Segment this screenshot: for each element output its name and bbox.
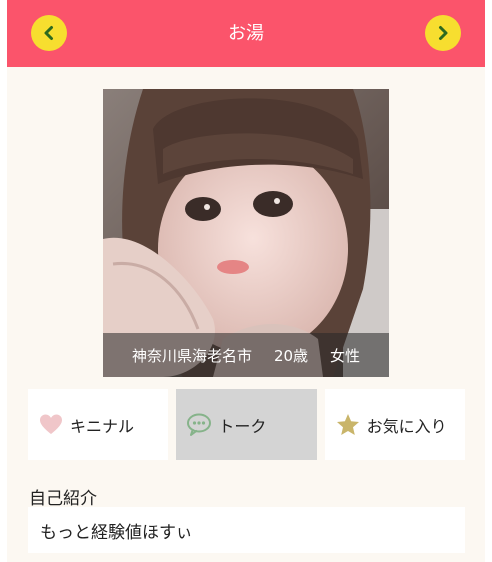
- favorite-button[interactable]: お気に入り: [324, 389, 465, 460]
- kininaru-button[interactable]: キニナル: [28, 389, 169, 460]
- chat-bubble-icon: [186, 412, 212, 438]
- intro-heading: 自己紹介: [29, 489, 97, 509]
- star-icon: [335, 412, 361, 438]
- profile-location: 神奈川県海老名市: [131, 346, 252, 365]
- next-profile-button[interactable]: [425, 15, 461, 51]
- heart-icon: [38, 412, 64, 438]
- profile-caption: 神奈川県海老名市 20歳 女性: [103, 333, 389, 377]
- talk-label: トーク: [218, 416, 267, 436]
- page-title: お湯: [228, 23, 264, 44]
- profile-age: 20歳: [273, 346, 309, 365]
- intro-text-box: もっと経験値ほすぃ: [28, 507, 465, 553]
- profile-gender: 女性: [330, 346, 361, 365]
- talk-button[interactable]: トーク: [176, 389, 317, 460]
- app-screen: お湯 神奈川県海老名市 20歳 女性 キニナル トーク お気に入り 自己紹介 も…: [7, 0, 485, 562]
- action-bar: キニナル トーク お気に入り: [28, 389, 465, 460]
- header-bar: お湯: [7, 0, 485, 67]
- kininaru-label: キニナル: [70, 416, 135, 436]
- intro-text: もっと経験値ほすぃ: [40, 522, 193, 543]
- favorite-label: お気に入り: [366, 416, 447, 436]
- chevron-right-icon: [439, 26, 448, 40]
- profile-photo: 神奈川県海老名市 20歳 女性: [103, 89, 389, 377]
